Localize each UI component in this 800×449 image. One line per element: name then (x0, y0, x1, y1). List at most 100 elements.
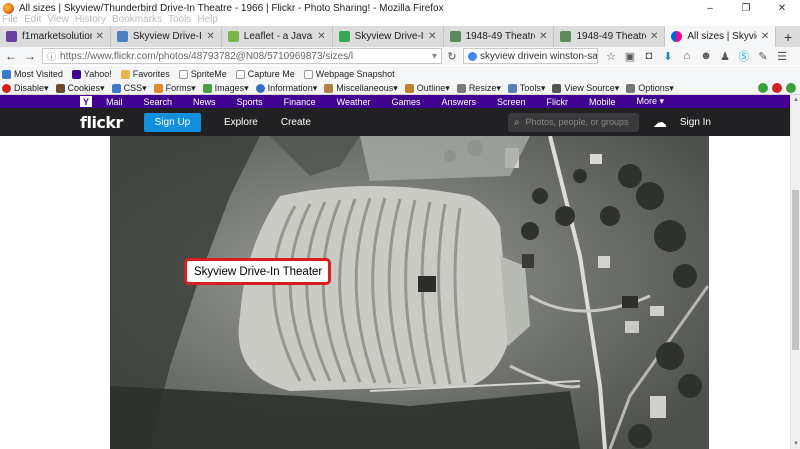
toolbar-icons: ☆ ▣ ◘ ⬇ ⌂ ☻ ♟ Ⓢ ✎ ☰ (604, 49, 789, 63)
bookmark-star-icon[interactable]: ☆ (604, 49, 618, 63)
menu-bookmarks[interactable]: Bookmarks (112, 14, 162, 26)
close-tab-icon[interactable]: ✕ (761, 31, 769, 42)
dev-label: View Source▾ (564, 82, 620, 93)
skype-icon[interactable]: Ⓢ (737, 49, 751, 63)
tab-leaflet[interactable]: Leaflet - a JavaScript l... ✕ (222, 26, 333, 47)
tab-skyview-theater[interactable]: Skyview Drive-In The... ✕ (333, 26, 444, 47)
info-icon[interactable]: ⓘ (47, 50, 56, 63)
yahoo-mobile-link[interactable]: Mobile (589, 97, 616, 107)
menu-tools[interactable]: Tools (168, 14, 191, 26)
url-text[interactable]: https://www.flickr.com/photos/48793782@N… (60, 51, 430, 62)
reading-list-icon[interactable]: ▣ (623, 49, 637, 63)
search-bar[interactable]: skyview drivein winston-salem → (463, 48, 598, 64)
dev-resize[interactable]: Resize▾ (456, 83, 501, 94)
download-icon[interactable]: ⬇ (661, 49, 675, 63)
yahoo-answers-link[interactable]: Answers (441, 97, 476, 107)
reload-button[interactable]: ↻ (444, 50, 460, 63)
close-tab-icon[interactable]: ✕ (428, 31, 436, 42)
back-button[interactable]: ← (3, 48, 19, 64)
close-tab-icon[interactable]: ✕ (317, 31, 325, 42)
dev-label: Forms▾ (165, 82, 196, 93)
tab-f1marketsolutions[interactable]: f1marketsolutions - Y... ✕ (0, 26, 111, 47)
yahoo-search-link[interactable]: Search (144, 97, 173, 107)
close-tab-icon[interactable]: ✕ (539, 31, 547, 42)
yahoo-news-link[interactable]: News (193, 97, 216, 107)
forward-button[interactable]: → (22, 48, 38, 64)
chat-icon[interactable]: ☻ (699, 49, 713, 63)
close-tab-icon[interactable]: ✕ (206, 31, 214, 42)
yahoo-sports-link[interactable]: Sports (237, 97, 263, 107)
flickr-search-placeholder: Photos, people, or groups (525, 117, 629, 127)
people-icon[interactable]: ♟ (718, 49, 732, 63)
folder-icon (120, 69, 130, 79)
tab-theatre-catalog-1[interactable]: 1948-49 Theatre Catal... ✕ (444, 26, 555, 47)
dev-miscellaneous[interactable]: Miscellaneous▾ (324, 83, 398, 94)
minimize-icon[interactable]: ‒ (692, 0, 728, 16)
tab-strip: f1marketsolutions - Y... ✕ Skyview Drive… (0, 26, 800, 47)
explore-link[interactable]: Explore (224, 117, 258, 128)
yahoo-more-menu[interactable]: More ▾ (637, 96, 665, 107)
dev-options[interactable]: Options▾ (626, 83, 674, 94)
create-link[interactable]: Create (281, 117, 311, 128)
vertical-scrollbar[interactable]: ▲ ▼ (790, 95, 800, 449)
web-developer-toolbar: Disable▾ Cookies▾ CSS▾ Forms▾ Images▾ In… (0, 82, 800, 95)
menu-edit[interactable]: Edit (24, 14, 41, 26)
yahoo-finance-link[interactable]: Finance (284, 97, 316, 107)
extension-icon[interactable]: ✎ (756, 49, 770, 63)
dev-view-source[interactable]: View Source▾ (552, 83, 619, 94)
menu-help[interactable]: Help (197, 14, 218, 26)
error-icon[interactable] (772, 83, 782, 93)
home-icon[interactable]: ⌂ (680, 49, 694, 63)
yahoo-games-link[interactable]: Games (391, 97, 420, 107)
close-tab-icon[interactable]: ✕ (96, 31, 104, 42)
bookmark-favorites[interactable]: Favorites (120, 69, 170, 79)
maximize-icon[interactable]: ❐ (728, 0, 764, 16)
upload-cloud-icon[interactable]: ☁ (651, 114, 669, 130)
menu-file[interactable]: File (2, 14, 18, 26)
scrollbar-thumb[interactable] (792, 190, 799, 350)
dev-disable[interactable]: Disable▾ (2, 83, 49, 94)
menu-view[interactable]: View (47, 14, 69, 26)
yahoo-weather-link[interactable]: Weather (337, 97, 371, 107)
bookmark-yahoo[interactable]: Yahoo! (71, 69, 112, 79)
yahoo-logo[interactable]: Y (80, 96, 92, 107)
aerial-photo[interactable] (110, 136, 709, 449)
search-value[interactable]: skyview drivein winston-salem (480, 51, 597, 62)
dev-css[interactable]: CSS▾ (111, 83, 147, 94)
dev-tools[interactable]: Tools▾ (507, 83, 545, 94)
menu-history[interactable]: History (75, 14, 106, 26)
check-icon[interactable] (758, 83, 768, 93)
dev-information[interactable]: Information▾ (255, 83, 317, 94)
sign-up-button[interactable]: Sign Up (143, 112, 201, 132)
dev-images[interactable]: Images▾ (202, 83, 249, 94)
scroll-down-icon[interactable]: ▼ (791, 439, 800, 449)
yahoo-mail-link[interactable]: Mail (106, 97, 123, 107)
tab-flickr-all-sizes[interactable]: All sizes | Skyview/Th... ✕ (665, 26, 777, 47)
bookmark-capture-me[interactable]: Capture Me (235, 69, 295, 79)
flickr-logo[interactable]: flickr (80, 113, 123, 132)
close-tab-icon[interactable]: ✕ (650, 31, 658, 42)
flickr-search-input[interactable]: ⌕ Photos, people, or groups (507, 112, 639, 132)
hamburger-menu-icon[interactable]: ☰ (775, 49, 789, 63)
sign-in-link[interactable]: Sign In (680, 117, 711, 128)
yahoo-screen-link[interactable]: Screen (497, 97, 526, 107)
tab-skyview-living[interactable]: Skyview Drive-In Livi... ✕ (111, 26, 222, 47)
url-bar[interactable]: ⓘ https://www.flickr.com/photos/48793782… (42, 48, 442, 64)
pocket-icon[interactable]: ◘ (642, 49, 656, 63)
dev-outline[interactable]: Outline▾ (404, 83, 450, 94)
ok-icon[interactable] (786, 83, 796, 93)
bookmark-webpage-snapshot[interactable]: Webpage Snapshot (303, 69, 395, 79)
url-dropdown-icon[interactable]: ▾ (432, 51, 437, 62)
tab-label: 1948-49 Theatre Catal... (576, 31, 646, 42)
dev-forms[interactable]: Forms▾ (153, 82, 196, 94)
tab-theatre-catalog-2[interactable]: 1948-49 Theatre Catal... ✕ (554, 26, 666, 47)
map-icon (338, 31, 350, 42)
dev-cookies[interactable]: Cookies▾ (55, 83, 105, 94)
bookmark-most-visited[interactable]: Most Visited (2, 69, 63, 79)
scroll-up-icon[interactable]: ▲ (791, 95, 800, 105)
bookmark-spriteme[interactable]: SpriteMe (178, 69, 227, 79)
menu-bar: File Edit View History Bookmarks Tools H… (0, 14, 218, 26)
new-tab-button[interactable]: + (776, 26, 800, 47)
yahoo-flickr-link[interactable]: Flickr (547, 97, 569, 107)
close-icon[interactable]: ✕ (764, 0, 800, 16)
